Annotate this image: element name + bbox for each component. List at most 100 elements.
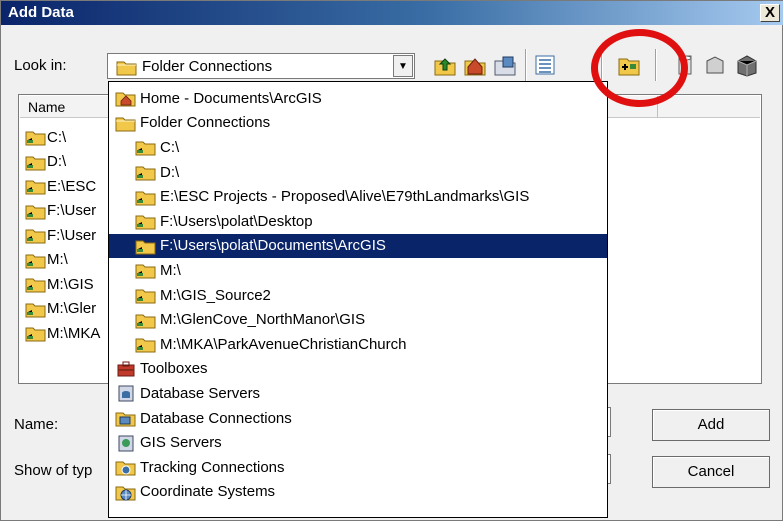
dropdown-item[interactable]: M:\ bbox=[109, 258, 607, 283]
dropdown-item-label: C:\ bbox=[160, 138, 180, 156]
show-type-label: Show of typ bbox=[14, 462, 93, 479]
list-item[interactable]: M:\ bbox=[25, 248, 100, 273]
look-in-combobox[interactable]: Folder Connections ▼ bbox=[107, 53, 415, 79]
list-item[interactable]: M:\MKA bbox=[25, 321, 100, 346]
folder-connection-icon bbox=[25, 153, 47, 171]
dropdown-item[interactable]: Database Servers bbox=[109, 381, 607, 406]
coordinate-system-icon bbox=[115, 483, 137, 501]
dropdown-item-label: M:\GIS_Source2 bbox=[160, 286, 271, 304]
look-in-dropdown-arrow[interactable]: ▼ bbox=[393, 55, 413, 77]
home-folder-icon bbox=[115, 89, 137, 107]
folder-connection-icon bbox=[25, 128, 47, 146]
dropdown-item-label: M:\GlenCove_NorthManor\GIS bbox=[160, 311, 366, 329]
folder-icon bbox=[115, 114, 137, 132]
dropdown-item-label: F:\Users\polat\Desktop bbox=[160, 212, 313, 230]
toolbox-icon bbox=[115, 360, 137, 378]
toolbar-separator bbox=[525, 49, 527, 81]
list-item-label: F:\User bbox=[47, 226, 97, 244]
dropdown-item[interactable]: F:\Users\polat\Documents\ArcGIS bbox=[109, 233, 607, 259]
dropdown-item[interactable]: Coordinate Systems bbox=[109, 480, 607, 505]
close-button[interactable]: X bbox=[760, 4, 780, 22]
folder-connection-icon bbox=[135, 261, 157, 279]
folder-connection-icon bbox=[135, 138, 157, 156]
dropdown-item-label: D:\ bbox=[160, 163, 180, 181]
dropdown-item-label: Toolboxes bbox=[140, 360, 208, 378]
dropdown-item-label: Tracking Connections bbox=[140, 458, 285, 476]
home-icon[interactable] bbox=[463, 53, 487, 77]
new-table-icon[interactable] bbox=[735, 53, 759, 77]
dropdown-item-label: Database Connections bbox=[140, 409, 292, 427]
catalog-icon[interactable] bbox=[493, 53, 517, 77]
list-item[interactable]: M:\GIS bbox=[25, 272, 100, 297]
folder-connection-icon bbox=[25, 226, 47, 244]
dropdown-item-label: F:\Users\polat\Documents\ArcGIS bbox=[160, 237, 386, 255]
dropdown-item[interactable]: Home - Documents\ArcGIS bbox=[109, 86, 607, 111]
dropdown-item[interactable]: Database Connections bbox=[109, 406, 607, 431]
dropdown-item-label: M:\MKA\ParkAvenueChristianChurch bbox=[160, 335, 407, 353]
add-button[interactable]: Add bbox=[652, 409, 770, 441]
dropdown-item[interactable]: M:\MKA\ParkAvenueChristianChurch bbox=[109, 332, 607, 357]
folder-connection-icon bbox=[135, 311, 157, 329]
list-item[interactable]: D:\ bbox=[25, 150, 100, 175]
name-column-header[interactable]: Name bbox=[20, 96, 112, 118]
dropdown-item-label: Coordinate Systems bbox=[140, 483, 276, 501]
list-item-label: M:\ bbox=[47, 251, 68, 269]
list-item[interactable]: M:\Gler bbox=[25, 297, 100, 322]
look-in-label: Look in: bbox=[14, 57, 67, 74]
cancel-button[interactable]: Cancel bbox=[652, 456, 770, 488]
list-item-label: C:\ bbox=[47, 128, 67, 146]
list-item-label: E:\ESC bbox=[47, 177, 97, 195]
dialog-title: Add Data bbox=[8, 4, 74, 21]
folder-connection-icon bbox=[135, 237, 157, 255]
annotation-circle bbox=[591, 29, 688, 107]
folder-connection-icon bbox=[135, 163, 157, 181]
list-rows: C:\ D:\ E:\ESC F:\User F:\User M:\ M:\GIS M:\Gl… bbox=[25, 125, 100, 346]
dropdown-item[interactable]: C:\ bbox=[109, 135, 607, 160]
database-server-icon bbox=[115, 384, 137, 402]
list-item-label: M:\MKA bbox=[47, 324, 101, 342]
folder-connection-icon bbox=[25, 177, 47, 195]
list-item-label: M:\Gler bbox=[47, 300, 97, 318]
list-item-label: D:\ bbox=[47, 153, 67, 171]
gis-server-icon bbox=[115, 434, 137, 452]
folder-connection-icon bbox=[25, 300, 47, 318]
dropdown-item[interactable]: F:\Users\polat\Desktop bbox=[109, 209, 607, 234]
list-item-label: M:\GIS bbox=[47, 275, 94, 293]
dropdown-item[interactable]: M:\GlenCove_NorthManor\GIS bbox=[109, 307, 607, 332]
list-item[interactable]: C:\ bbox=[25, 125, 100, 150]
up-one-level-icon[interactable] bbox=[433, 53, 457, 77]
list-item[interactable]: F:\User bbox=[25, 223, 100, 248]
dropdown-item-label: Database Servers bbox=[140, 384, 261, 402]
dropdown-item[interactable]: Toolboxes bbox=[109, 357, 607, 382]
look-in-dropdown-list[interactable]: Home - Documents\ArcGIS Folder Connection… bbox=[108, 81, 608, 518]
new-toolbox-icon[interactable] bbox=[703, 53, 727, 77]
list-item-label: F:\User bbox=[47, 202, 97, 220]
title-bar: Add Data X bbox=[1, 1, 783, 25]
folder-connection-icon bbox=[135, 286, 157, 304]
dropdown-item[interactable]: M:\GIS_Source2 bbox=[109, 283, 607, 308]
dropdown-item-label: E:\ESC Projects - Proposed\Alive\E79thLa… bbox=[160, 188, 530, 206]
list-item[interactable]: F:\User bbox=[25, 199, 100, 224]
dropdown-item-label: GIS Servers bbox=[140, 434, 222, 452]
folder-connection-icon bbox=[25, 202, 47, 220]
dropdown-item[interactable]: Tracking Connections bbox=[109, 455, 607, 480]
dropdown-item[interactable]: Folder Connections bbox=[109, 111, 607, 136]
dropdown-item[interactable]: GIS Servers bbox=[109, 430, 607, 455]
view-options-icon[interactable] bbox=[533, 53, 557, 77]
list-item[interactable]: E:\ESC bbox=[25, 174, 100, 199]
database-connection-icon bbox=[115, 409, 137, 427]
folder-icon bbox=[116, 58, 138, 76]
tracking-connection-icon bbox=[115, 458, 137, 476]
dropdown-item[interactable]: E:\ESC Projects - Proposed\Alive\E79thLa… bbox=[109, 184, 607, 209]
dropdown-item-label: M:\ bbox=[160, 261, 181, 279]
folder-connection-icon bbox=[25, 324, 47, 342]
name-label: Name: bbox=[14, 416, 59, 433]
folder-connection-icon bbox=[135, 335, 157, 353]
folder-connection-icon bbox=[135, 212, 157, 230]
dropdown-item-label: Home - Documents\ArcGIS bbox=[140, 89, 322, 107]
folder-connection-icon bbox=[135, 188, 157, 206]
dropdown-item[interactable]: D:\ bbox=[109, 160, 607, 185]
look-in-value: Folder Connections bbox=[142, 58, 273, 75]
dropdown-item-label: Folder Connections bbox=[140, 114, 271, 132]
folder-connection-icon bbox=[25, 251, 47, 269]
